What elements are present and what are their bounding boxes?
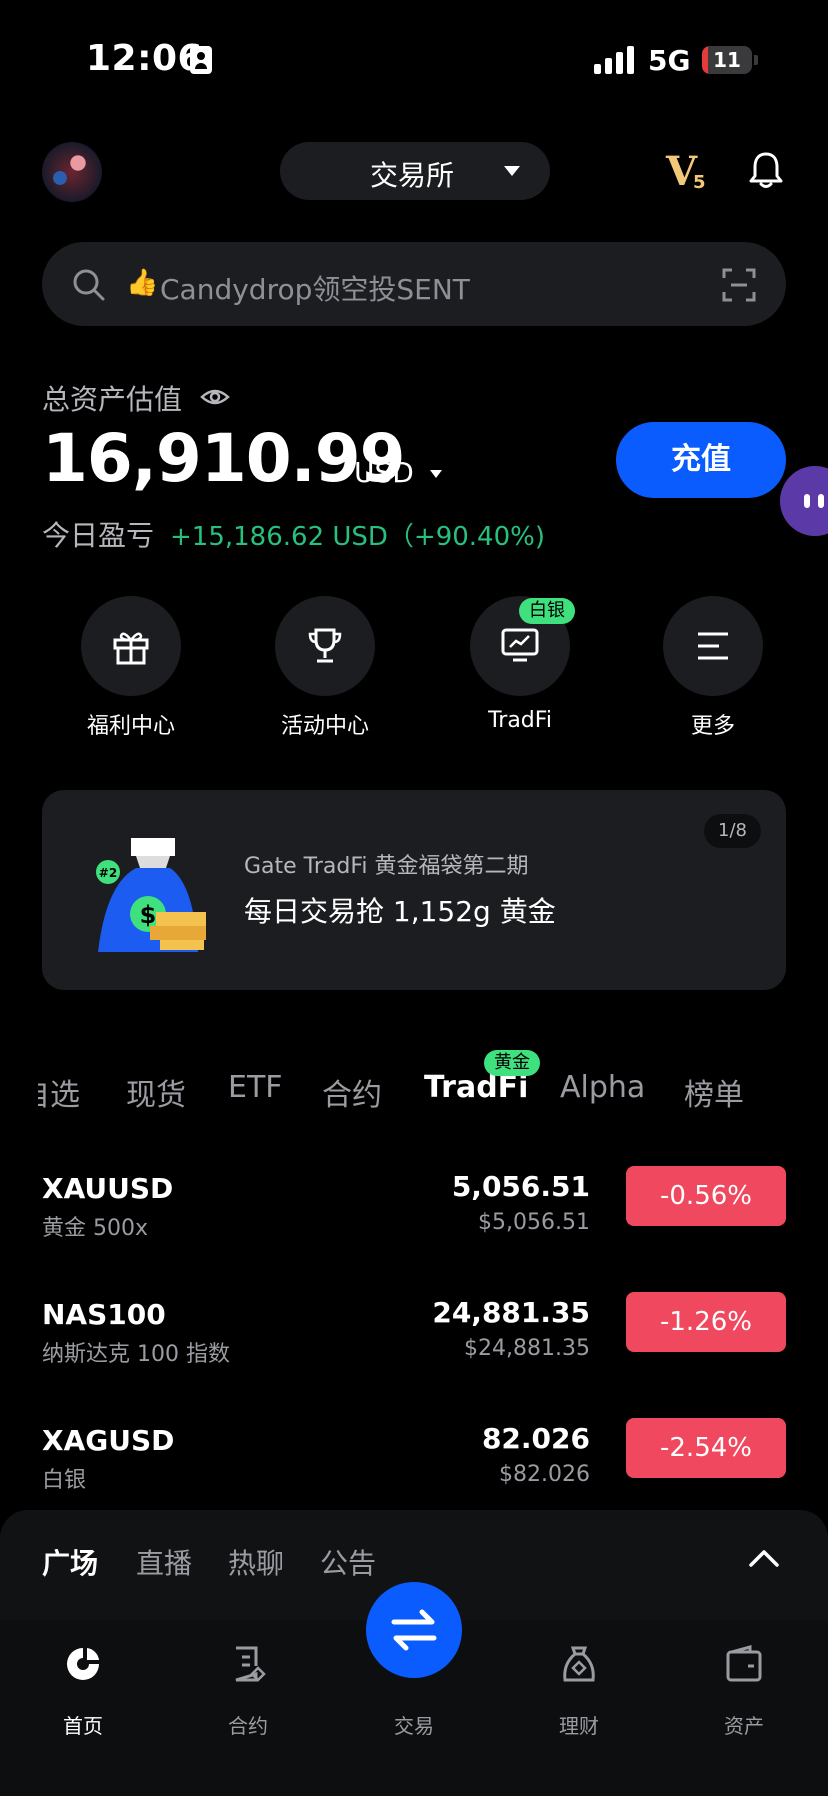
nav-home[interactable]: 首页: [13, 1620, 153, 1770]
search-icon: [73, 269, 105, 301]
svg-text:$: $: [140, 901, 157, 929]
chevron-up-icon[interactable]: [748, 1548, 780, 1568]
trophy-icon: [308, 628, 342, 663]
banner-pagination: 1/8: [704, 814, 761, 848]
price: 24,881.35: [432, 1296, 590, 1329]
trade-button[interactable]: [366, 1582, 462, 1678]
swap-icon: [391, 1609, 437, 1651]
table-row[interactable]: NAS100 纳斯达克 100 指数 24,881.35 $24,881.35 …: [42, 1292, 786, 1392]
quick-action-label: 更多: [690, 714, 735, 739]
table-row[interactable]: XAGUSD 白银 82.026 $82.026 -2.54%: [42, 1418, 786, 1518]
nav-label: 首页: [63, 1714, 103, 1738]
banner-art-tag: #2: [99, 866, 117, 880]
gift-icon: [113, 632, 149, 665]
quick-action-label: 活动中心: [280, 714, 369, 739]
change-badge[interactable]: -1.26%: [626, 1292, 786, 1352]
search-input[interactable]: 👍 Candydrop领空投SENT: [42, 242, 786, 326]
currency-selector[interactable]: USD: [354, 456, 414, 489]
quick-action-tradfi[interactable]: 白银 TradFi: [455, 596, 585, 736]
status-bar: 12:06 5G 11: [0, 0, 828, 120]
change-badge[interactable]: -2.54%: [626, 1418, 786, 1478]
deposit-button[interactable]: 充值: [616, 422, 786, 498]
symbol: XAUUSD: [42, 1172, 174, 1205]
battery-level: 11: [713, 48, 741, 72]
nav-assets[interactable]: 资产: [674, 1620, 814, 1770]
chart-monitor-icon: [501, 628, 539, 662]
price: 82.026: [481, 1422, 590, 1455]
menu-icon: [698, 632, 728, 660]
exchange-label: 交易所: [370, 159, 455, 192]
quick-action-events[interactable]: 活动中心: [260, 596, 390, 739]
quick-action-label: 福利中心: [86, 714, 175, 739]
quick-actions: 福利中心 活动中心 白银 TradFi 更多: [0, 596, 828, 739]
nav-label: 合约: [228, 1714, 268, 1738]
banner-subtitle: 每日交易抢 1,152g 黄金: [244, 895, 556, 928]
tab-hot-chat[interactable]: 热聊: [228, 1542, 284, 1582]
nav-label: 理财: [559, 1714, 599, 1738]
chevron-down-icon: [430, 470, 442, 478]
signal-icon: [594, 46, 636, 74]
quick-action-welfare[interactable]: 福利中心: [66, 596, 196, 739]
status-time: 12:06: [86, 38, 204, 79]
quick-action-label: TradFi: [488, 708, 552, 733]
total-assets-value: 16,910.99: [42, 420, 406, 497]
total-assets-label: 总资产估值: [42, 383, 183, 416]
change-badge[interactable]: -0.56%: [626, 1166, 786, 1226]
eye-icon[interactable]: [200, 382, 230, 412]
tab-alpha[interactable]: Alpha: [560, 1070, 645, 1105]
gold-badge: 黄金: [484, 1050, 540, 1076]
exchange-switch-button[interactable]: 交易所: [280, 142, 550, 200]
symbol-name: 白银: [42, 1468, 87, 1493]
id-card-icon: [190, 46, 212, 74]
nav-finance[interactable]: 理财: [509, 1620, 649, 1770]
pnl-label: 今日盈亏: [42, 519, 155, 552]
contract-icon: [235, 1646, 266, 1682]
chevron-down-icon: [504, 166, 520, 176]
home-icon: [67, 1648, 99, 1680]
price-usd: $24,881.35: [464, 1336, 590, 1361]
battery-icon: 11: [702, 46, 752, 74]
price-usd: $5,056.51: [478, 1210, 590, 1235]
tab-announcements[interactable]: 公告: [320, 1542, 376, 1582]
wallet-icon: [726, 1645, 762, 1682]
vip-level: 5: [693, 172, 706, 193]
avatar[interactable]: [42, 142, 102, 202]
nav-label: 资产: [724, 1714, 764, 1738]
tab-futures[interactable]: 合约: [322, 1070, 382, 1114]
tab-etf[interactable]: ETF: [228, 1070, 283, 1105]
promo-banner[interactable]: #2 $ 1/8 Gate TradFi 黄金福袋第二期 每日交易抢 1,152…: [42, 790, 786, 990]
tab-rankings[interactable]: 榜单: [684, 1070, 744, 1114]
pnl-value: +15,186.62 USD（+90.40%): [170, 522, 545, 552]
scan-icon[interactable]: [722, 268, 756, 302]
market-tabs: 自选 现货 ETF 合约 TradFi 黄金 Alpha 榜单: [0, 1040, 828, 1130]
symbol-name: 黄金 500x: [42, 1216, 149, 1241]
symbol: NAS100: [42, 1298, 166, 1331]
price: 5,056.51: [451, 1170, 590, 1203]
network-label: 5G: [648, 44, 691, 77]
gold-bag-icon: #2 $: [96, 838, 206, 952]
finance-icon: [563, 1646, 595, 1682]
tab-square[interactable]: 广场: [42, 1542, 98, 1582]
price-usd: $82.026: [499, 1462, 590, 1487]
tab-spot[interactable]: 现货: [126, 1070, 186, 1114]
banner-title: Gate TradFi 黄金福袋第二期: [244, 854, 529, 879]
symbol-name: 纳斯达克 100 指数: [42, 1342, 230, 1367]
tab-favorites[interactable]: 自选: [38, 1070, 80, 1114]
bell-icon[interactable]: [748, 150, 784, 190]
search-placeholder: Candydrop领空投SENT: [160, 273, 470, 306]
tab-live[interactable]: 直播: [136, 1542, 192, 1582]
nav-label: 交易: [394, 1714, 434, 1738]
silver-badge: 白银: [519, 598, 575, 624]
assistant-bubble-icon[interactable]: [780, 466, 828, 536]
nav-contract[interactable]: 合约: [178, 1620, 318, 1770]
thumbs-up-icon: 👍: [126, 268, 159, 298]
table-row[interactable]: XAUUSD 黄金 500x 5,056.51 $5,056.51 -0.56%: [42, 1166, 786, 1266]
quick-action-more[interactable]: 更多: [648, 596, 778, 739]
symbol: XAGUSD: [42, 1424, 175, 1457]
